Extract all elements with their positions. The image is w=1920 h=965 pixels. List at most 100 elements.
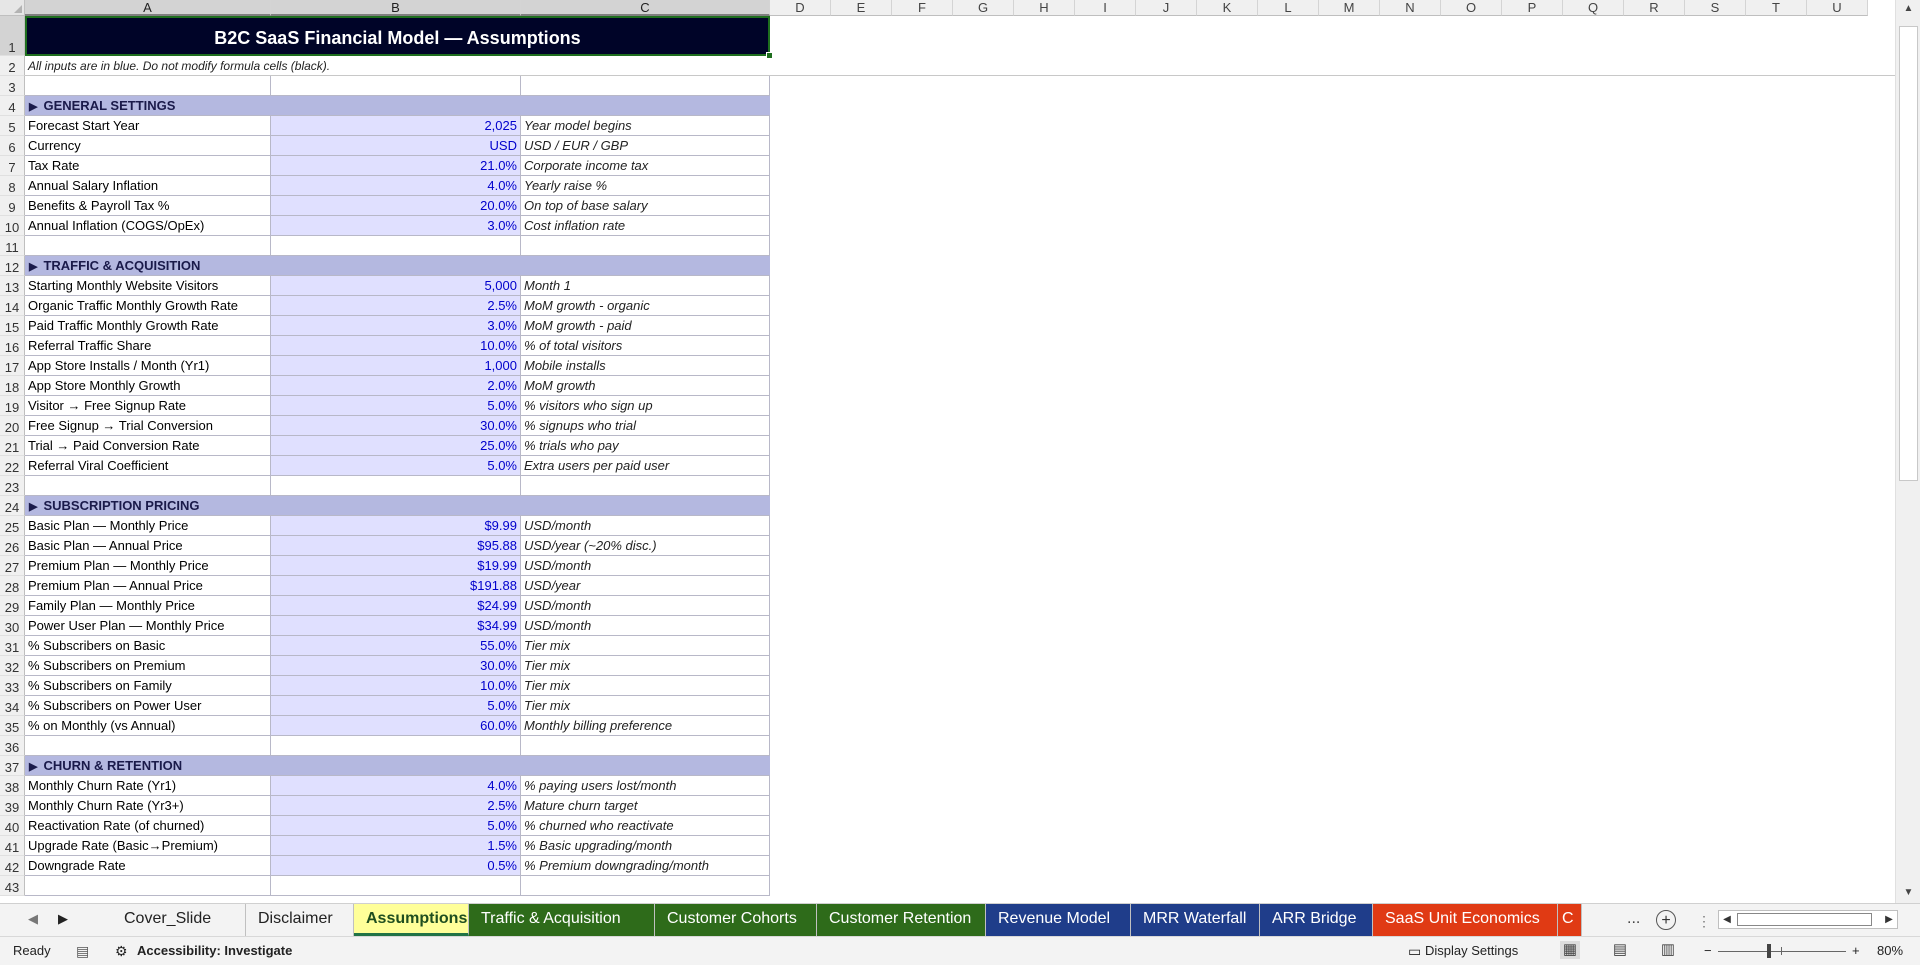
row-header[interactable]: 27 (0, 556, 25, 576)
zoom-out-button[interactable]: − (1704, 937, 1712, 965)
empty-cell[interactable] (271, 476, 521, 496)
empty-cell[interactable] (25, 476, 271, 496)
row-header[interactable]: 28 (0, 576, 25, 596)
empty-cell[interactable] (521, 236, 770, 256)
column-header-h[interactable]: H (1014, 0, 1075, 16)
row-header[interactable]: 26 (0, 536, 25, 556)
column-header-q[interactable]: Q (1563, 0, 1624, 16)
sheet-tab-traffic-acquisition[interactable]: Traffic & Acquisition (469, 904, 655, 936)
row-header[interactable]: 25 (0, 516, 25, 536)
scroll-left-icon[interactable]: ◀ (1719, 911, 1735, 928)
column-header-a[interactable]: A (25, 0, 271, 16)
horizontal-scrollbar[interactable]: ◀ ▶ (1718, 910, 1898, 929)
assumption-label-cell[interactable]: Monthly Churn Rate (Yr1) (25, 776, 271, 796)
assumption-input-cell[interactable]: 0.5% (271, 856, 521, 876)
assumption-input-cell[interactable]: 5.0% (271, 456, 521, 476)
column-header-r[interactable]: R (1624, 0, 1685, 16)
sheet-tab-revenue-model[interactable]: Revenue Model (986, 904, 1131, 936)
row-header[interactable]: 6 (0, 136, 25, 156)
empty-cell[interactable] (521, 876, 770, 896)
assumption-note-cell[interactable]: Extra users per paid user (521, 456, 770, 476)
assumption-note-cell[interactable]: Mobile installs (521, 356, 770, 376)
assumption-input-cell[interactable]: 1,000 (271, 356, 521, 376)
empty-cell[interactable] (271, 736, 521, 756)
empty-cell[interactable] (25, 736, 271, 756)
assumption-label-cell[interactable]: Tax Rate (25, 156, 271, 176)
assumption-label-cell[interactable]: Family Plan — Monthly Price (25, 596, 271, 616)
assumption-input-cell[interactable]: $19.99 (271, 556, 521, 576)
row-header[interactable]: 19 (0, 396, 25, 416)
assumption-input-cell[interactable]: 30.0% (271, 656, 521, 676)
assumption-note-cell[interactable]: % Premium downgrading/month (521, 856, 770, 876)
display-settings-icon[interactable]: ▭ (1408, 937, 1421, 965)
assumption-note-cell[interactable]: On top of base salary (521, 196, 770, 216)
page-layout-view-icon[interactable]: ▤ (1610, 941, 1630, 959)
assumption-label-cell[interactable]: % Subscribers on Premium (25, 656, 271, 676)
row-header[interactable]: 24 (0, 496, 25, 516)
zoom-in-button[interactable]: + (1852, 937, 1860, 965)
row-header[interactable]: 21 (0, 436, 25, 456)
assumption-note-cell[interactable]: USD/year (~20% disc.) (521, 536, 770, 556)
assumption-input-cell[interactable]: $9.99 (271, 516, 521, 536)
row-header[interactable]: 18 (0, 376, 25, 396)
spreadsheet-grid[interactable]: ABCDEFGHIJKLMNOPQRSTU 1 2 3 4 5 6 7 8 9 10 11 12 13 1… (0, 0, 1920, 903)
assumption-label-cell[interactable]: Starting Monthly Website Visitors (25, 276, 271, 296)
row-header[interactable]: 4 (0, 96, 25, 116)
column-header-l[interactable]: L (1258, 0, 1319, 16)
assumption-label-cell[interactable]: Annual Inflation (COGS/OpEx) (25, 216, 271, 236)
assumption-note-cell[interactable]: Tier mix (521, 636, 770, 656)
assumption-label-cell[interactable]: Premium Plan — Annual Price (25, 576, 271, 596)
assumption-note-cell[interactable]: MoM growth - organic (521, 296, 770, 316)
row-header[interactable]: 34 (0, 696, 25, 716)
assumption-label-cell[interactable]: Trial → Paid Conversion Rate (25, 436, 271, 456)
assumption-label-cell[interactable]: Downgrade Rate (25, 856, 271, 876)
assumption-label-cell[interactable]: % Subscribers on Basic (25, 636, 271, 656)
column-header-f[interactable]: F (892, 0, 953, 16)
sheet-tab-arr-bridge[interactable]: ARR Bridge (1260, 904, 1373, 936)
assumption-label-cell[interactable]: Currency (25, 136, 271, 156)
section-header[interactable]: ▶ GENERAL SETTINGS (25, 96, 770, 116)
sheet-tab-mrr-waterfall[interactable]: MRR Waterfall (1131, 904, 1260, 936)
column-header-u[interactable]: U (1807, 0, 1868, 16)
title-cell[interactable]: B2C SaaS Financial Model — Assumptions (25, 16, 770, 56)
horizontal-scroll-thumb[interactable] (1737, 913, 1872, 926)
scroll-down-icon[interactable]: ▼ (1896, 884, 1920, 902)
assumption-input-cell[interactable]: 10.0% (271, 336, 521, 356)
assumption-label-cell[interactable]: % Subscribers on Family (25, 676, 271, 696)
sheet-tab-saas-unit-economics[interactable]: SaaS Unit Economics (1373, 904, 1558, 936)
assumption-note-cell[interactable]: Tier mix (521, 696, 770, 716)
empty-cell[interactable] (25, 876, 271, 896)
assumption-note-cell[interactable]: USD/month (521, 596, 770, 616)
assumption-note-cell[interactable]: Monthly billing preference (521, 716, 770, 736)
accessibility-status[interactable]: Accessibility: Investigate (137, 937, 292, 965)
row-header[interactable]: 33 (0, 676, 25, 696)
assumption-note-cell[interactable]: Month 1 (521, 276, 770, 296)
assumption-input-cell[interactable]: 4.0% (271, 176, 521, 196)
sheet-tab-cover-slide[interactable]: Cover_Slide (112, 904, 246, 936)
assumption-input-cell[interactable]: 3.0% (271, 216, 521, 236)
column-header-j[interactable]: J (1136, 0, 1197, 16)
column-header-e[interactable]: E (831, 0, 892, 16)
assumption-label-cell[interactable]: Referral Traffic Share (25, 336, 271, 356)
assumption-input-cell[interactable]: $191.88 (271, 576, 521, 596)
row-header[interactable]: 32 (0, 656, 25, 676)
assumption-note-cell[interactable]: USD / EUR / GBP (521, 136, 770, 156)
assumption-note-cell[interactable]: % Basic upgrading/month (521, 836, 770, 856)
tab-scroll-right-icon[interactable]: ▶ (58, 911, 68, 927)
assumption-label-cell[interactable]: Power User Plan — Monthly Price (25, 616, 271, 636)
section-header[interactable]: ▶ SUBSCRIPTION PRICING (25, 496, 770, 516)
column-header-b[interactable]: B (271, 0, 521, 16)
assumption-label-cell[interactable]: Upgrade Rate (Basic→Premium) (25, 836, 271, 856)
row-header[interactable]: 36 (0, 736, 25, 756)
row-header[interactable]: 42 (0, 856, 25, 876)
empty-cell[interactable] (25, 76, 271, 96)
assumption-note-cell[interactable]: Year model begins (521, 116, 770, 136)
row-header[interactable]: 7 (0, 156, 25, 176)
assumption-input-cell[interactable]: 60.0% (271, 716, 521, 736)
assumption-label-cell[interactable]: Forecast Start Year (25, 116, 271, 136)
sheet-tab-c[interactable]: C (1558, 904, 1582, 936)
column-header-s[interactable]: S (1685, 0, 1746, 16)
assumption-input-cell[interactable]: 2,025 (271, 116, 521, 136)
row-header[interactable]: 31 (0, 636, 25, 656)
row-header[interactable]: 40 (0, 816, 25, 836)
